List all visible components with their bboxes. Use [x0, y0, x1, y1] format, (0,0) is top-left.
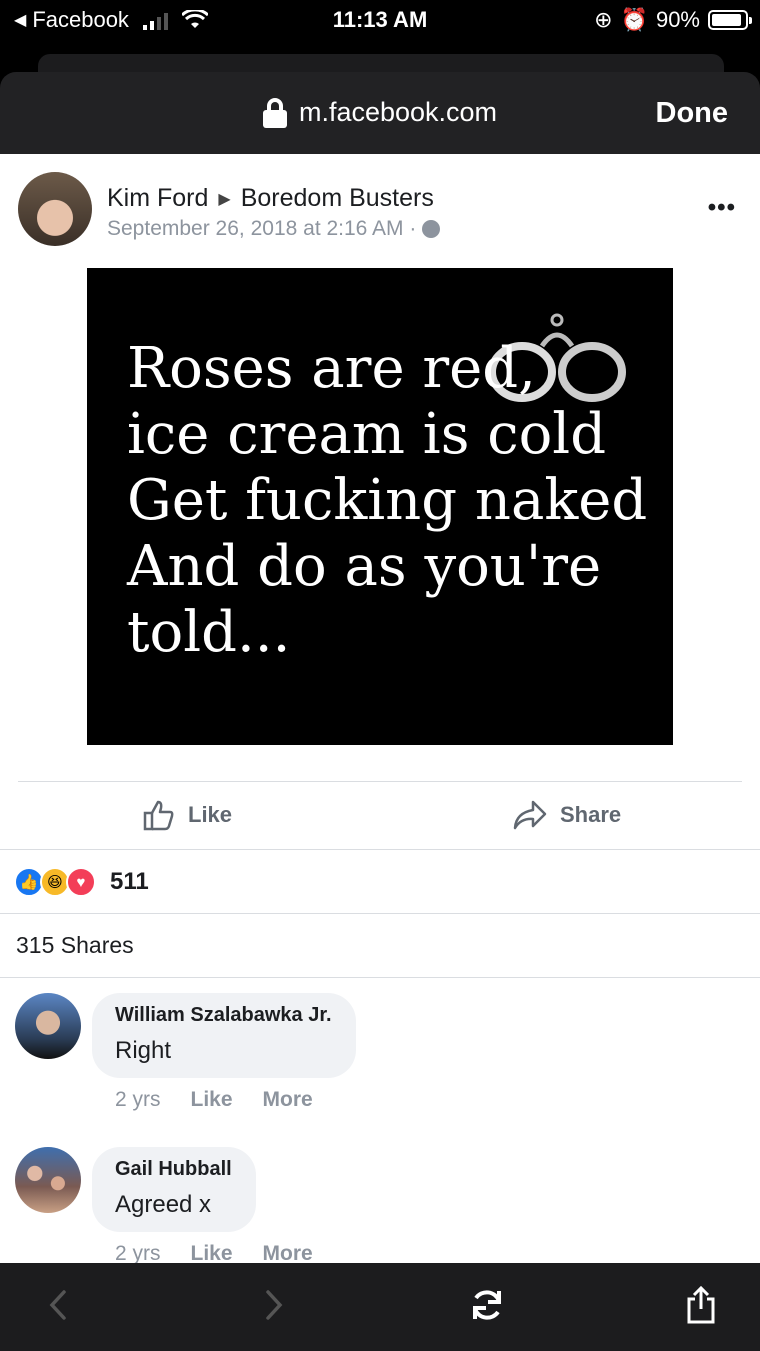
forward-button[interactable] [252, 1283, 296, 1327]
action-bar: Like Share [0, 782, 760, 848]
comment-like-link[interactable]: Like [191, 1088, 233, 1112]
comment: Gail Hubball Agreed x 2 yrs Like More [0, 1147, 760, 1263]
comment-author[interactable]: Gail Hubball [115, 1158, 232, 1181]
comment-like-link[interactable]: Like [191, 1242, 233, 1263]
like-button[interactable]: Like [142, 782, 232, 848]
commenter-avatar[interactable] [15, 993, 81, 1059]
comment-text: Agreed x [115, 1191, 212, 1218]
commenter-avatar[interactable] [15, 1147, 81, 1213]
orientation-lock-icon: ⊕ [594, 7, 613, 32]
image-poem-text: Roses are red, ice cream is cold Get fuc… [127, 336, 647, 666]
author-avatar[interactable] [18, 172, 92, 246]
page-content: Kim Ford ▶ Boredom Busters September 26,… [0, 154, 760, 1263]
comment-bubble: William Szalabawka Jr. Right [92, 993, 356, 1078]
poem-line: Roses are red, [127, 336, 536, 401]
like-label: Like [188, 802, 233, 827]
comment-author[interactable]: William Szalabawka Jr. [115, 1004, 332, 1027]
chevron-right-icon [266, 1290, 283, 1320]
share-label: Share [560, 802, 622, 827]
back-button[interactable] [36, 1283, 80, 1327]
poem-line: And do as you're [127, 534, 602, 599]
comment-text: Right [115, 1037, 172, 1064]
browser-toolbar [0, 1263, 760, 1351]
thumbs-up-icon [143, 800, 174, 831]
refresh-icon [473, 1290, 501, 1320]
divider [0, 977, 760, 978]
refresh-button[interactable] [465, 1283, 509, 1327]
comment-more-link[interactable]: More [263, 1088, 313, 1112]
alarm-icon: ⏰ [620, 7, 648, 32]
share-button[interactable]: Share [512, 782, 621, 848]
poem-line: Get fucking naked [127, 468, 648, 533]
post-image[interactable]: Roses are red, ice cream is cold Get fuc… [87, 268, 673, 745]
author-name[interactable]: Kim Ford [107, 184, 208, 213]
group-name[interactable]: Boredom Busters [241, 184, 434, 213]
battery-icon [708, 10, 752, 30]
globe-icon [422, 220, 441, 238]
post-header: Kim Ford ▶ Boredom Busters September 26,… [0, 154, 760, 254]
share-arrow-icon [513, 800, 547, 830]
more-options-icon[interactable]: ••• [708, 194, 736, 222]
status-bar: ◀ Facebook 11:13 AM ⊕ ⏰ 90% [0, 0, 760, 40]
triangle-right-icon: ▶ [218, 190, 231, 208]
url-text: m.facebook.com [298, 97, 498, 127]
browser-url-bar: m.facebook.com Done [0, 72, 760, 154]
post-timestamp[interactable]: September 26, 2018 at 2:16 AM · [107, 217, 416, 241]
poem-line: ice cream is cold [127, 402, 607, 467]
comment-more-link[interactable]: More [263, 1242, 313, 1263]
comment: William Szalabawka Jr. Right 2 yrs Like … [0, 993, 760, 1123]
done-button[interactable]: Done [656, 97, 729, 130]
battery-fill [712, 14, 741, 26]
shares-count[interactable]: 315 Shares [16, 932, 134, 959]
comment-age: 2 yrs [115, 1088, 161, 1111]
lock-icon [262, 97, 287, 128]
chevron-left-icon [49, 1290, 66, 1320]
comment-age: 2 yrs [115, 1242, 161, 1263]
battery-percent: 90% [655, 7, 700, 32]
url-display[interactable]: m.facebook.com [0, 97, 760, 128]
love-reaction-icon: ♥ [66, 867, 96, 897]
poem-line: told... [127, 600, 291, 665]
reactions-summary[interactable]: 👍 😆 ♥ 511 [0, 850, 760, 914]
comment-bubble: Gail Hubball Agreed x [92, 1147, 256, 1232]
share-sheet-button[interactable] [679, 1283, 723, 1327]
reaction-count: 511 [110, 868, 149, 895]
divider [0, 913, 760, 914]
share-upload-icon [687, 1285, 715, 1324]
